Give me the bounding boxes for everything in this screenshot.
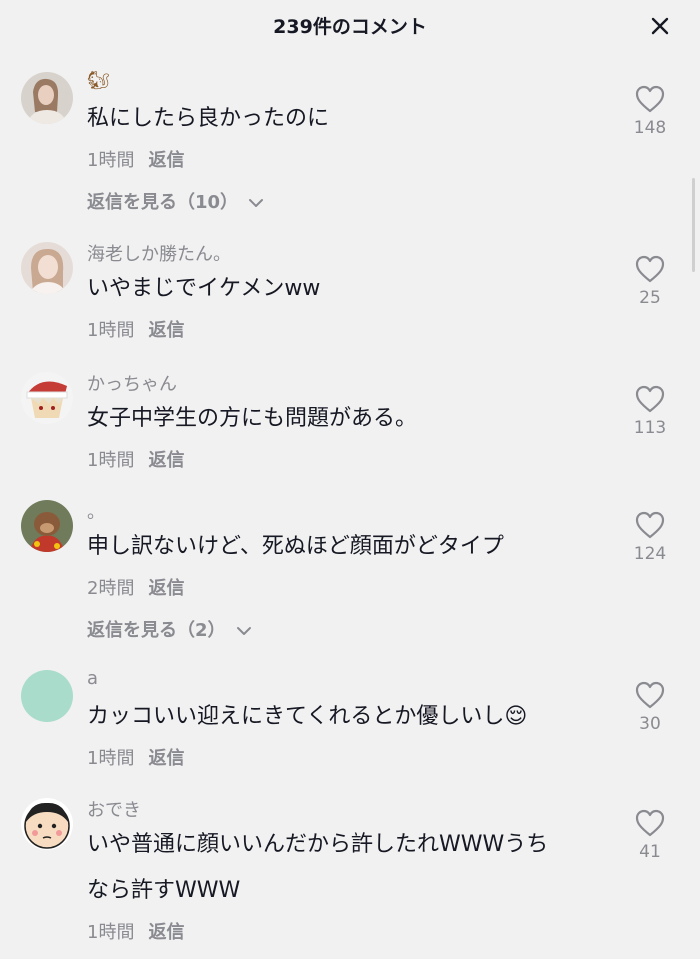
like-control: 30 [624,680,676,734]
comment-time: 1時間 [87,922,135,943]
squirrel-emoji: 🐿 [87,70,110,91]
comment-username[interactable]: 🐿 [87,70,110,91]
comment-meta: 2時間 返信 [87,574,184,600]
avatar-anime-santa-hat-icon [21,372,73,424]
avatar[interactable] [21,372,73,424]
like-count: 124 [633,544,667,564]
comment-time: 1時間 [87,450,135,471]
comment-text: 女子中学生の方にも問題がある。 [87,406,418,431]
avatar-photo-girl-icon [21,72,73,124]
like-count: 30 [639,714,661,734]
comments-header: 239件のコメント [0,0,700,56]
reply-button[interactable]: 返信 [148,150,184,171]
like-control: 148 [624,84,676,138]
like-count: 148 [633,118,667,138]
like-control: 124 [624,510,676,564]
comment-time: 2時間 [87,578,135,599]
reply-button[interactable]: 返信 [148,450,184,471]
comment-meta: 1時間 返信 [87,316,184,342]
like-control: 113 [624,384,676,438]
comment-text: 申し訳ないけど、死ぬほど顔面がどタイプ [87,534,504,559]
reply-button[interactable]: 返信 [148,578,184,599]
chevron-down-icon [236,627,251,635]
avatar-photo-dog-icon [21,500,73,552]
heart-icon[interactable] [634,384,666,414]
avatar-plain-icon [21,670,73,722]
view-replies-button[interactable]: 返信を見る（2） [87,616,252,642]
comment-meta: 1時間 返信 [87,146,184,172]
heart-icon[interactable] [634,808,666,838]
avatar[interactable] [21,670,73,722]
comments-sheet: 239件のコメント 🐿 私にしたら良かったのに 1時間 返信 返信を見る（10）… [0,0,700,959]
avatar[interactable] [21,798,73,850]
comment-username[interactable]: おでき [87,796,141,822]
like-count: 113 [633,418,667,438]
comment-meta: 1時間 返信 [87,446,184,472]
comment-username[interactable]: 海老しか勝たん。 [87,240,231,266]
heart-icon[interactable] [634,84,666,114]
chevron-down-icon [249,199,264,207]
comment-text: いや普通に顔いいんだから許したれWWWうち なら許すWWW [87,832,549,903]
reply-button[interactable]: 返信 [148,922,184,943]
heart-icon[interactable] [634,254,666,284]
comment-text: カッコいい迎えにきてくれるとか優しいし😌 [87,704,528,729]
comment-text: いやまじでイケメンww [87,276,321,301]
avatar[interactable] [21,242,73,294]
heart-icon[interactable] [634,680,666,710]
avatar-photo-girl-icon [21,242,73,294]
like-count: 25 [639,288,661,308]
comment-username[interactable]: かっちゃん [87,370,177,396]
comment-time: 1時間 [87,320,135,341]
comment-time: 1時間 [87,150,135,171]
comments-count-title: 239件のコメント [273,16,427,38]
like-count: 41 [639,842,661,862]
comment-meta: 1時間 返信 [87,744,184,770]
view-replies-button[interactable]: 返信を見る（10） [87,188,264,214]
reply-button[interactable]: 返信 [148,748,184,769]
comment-username[interactable]: 。 [87,498,105,524]
like-control: 25 [624,254,676,308]
scrollbar[interactable] [692,178,695,272]
avatar[interactable] [21,72,73,124]
close-icon [651,17,669,35]
close-button[interactable] [648,14,672,38]
comment-text: 私にしたら良かったのに [87,106,330,131]
comment-username[interactable]: a [87,668,98,689]
avatar-cartoon-face-icon [21,798,73,850]
comment-time: 1時間 [87,748,135,769]
avatar[interactable] [21,500,73,552]
comment-meta: 1時間 返信 [87,918,184,944]
heart-icon[interactable] [634,510,666,540]
reply-button[interactable]: 返信 [148,320,184,341]
like-control: 41 [624,808,676,862]
